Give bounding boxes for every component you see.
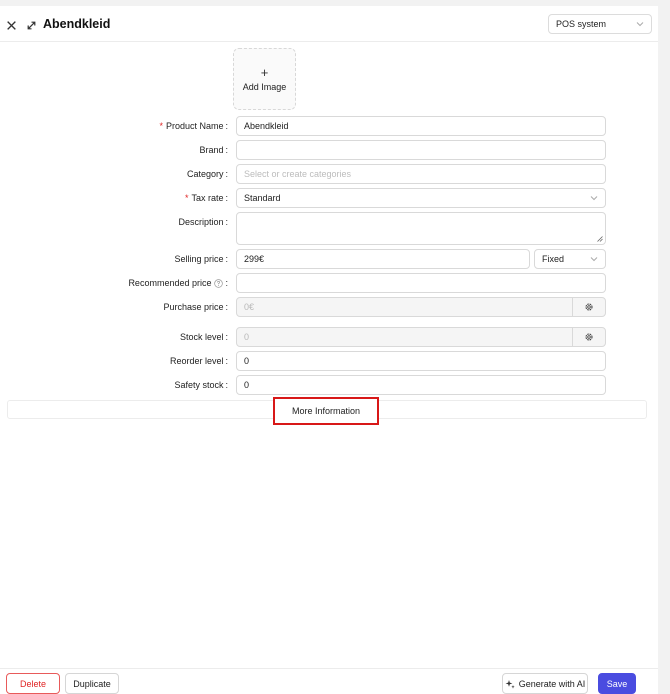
tax-rate-label-text: Tax rate bbox=[191, 193, 224, 203]
product-edit-panel: Abendkleid POS system + Add Image * Prod… bbox=[0, 6, 658, 694]
field-row-tax-rate: * Tax rate : Standard bbox=[0, 188, 658, 208]
reorder-level-input[interactable]: 0 bbox=[236, 351, 606, 371]
category-label-text: Category bbox=[186, 169, 224, 179]
field-row-purchase-price: Purchase price : 0€ bbox=[0, 297, 658, 317]
purchase-price-label: Purchase price : bbox=[163, 297, 228, 317]
field-row-safety-stock: Safety stock : 0 bbox=[0, 375, 658, 395]
safety-stock-value: 0 bbox=[244, 380, 250, 390]
stock-level-value: 0 bbox=[244, 332, 250, 342]
field-row-stock-level: Stock level : 0 bbox=[0, 327, 658, 347]
required-mark: * bbox=[184, 193, 189, 203]
purchase-price-settings-button[interactable] bbox=[572, 297, 606, 317]
expand-icon[interactable] bbox=[26, 20, 37, 31]
recommended-price-label: Recommended price : bbox=[128, 273, 228, 293]
field-row-reorder-level: Reorder level : 0 bbox=[0, 351, 658, 371]
field-row-product-name: * Product Name : Abendkleid bbox=[0, 116, 658, 136]
recommended-price-label-text: Recommended price bbox=[128, 278, 212, 288]
label-colon: : bbox=[225, 380, 228, 390]
channel-select[interactable]: POS system bbox=[548, 14, 652, 34]
product-name-label-text: Product Name bbox=[165, 121, 224, 131]
selling-price-input[interactable]: 299€ bbox=[236, 249, 530, 269]
tax-rate-select[interactable]: Standard bbox=[236, 188, 606, 208]
purchase-price-input: 0€ bbox=[236, 297, 573, 317]
field-row-description: Description : bbox=[0, 212, 658, 246]
duplicate-button[interactable]: Duplicate bbox=[65, 673, 119, 694]
label-colon: : bbox=[225, 356, 228, 366]
tax-rate-value: Standard bbox=[244, 193, 281, 203]
plus-icon: + bbox=[260, 64, 269, 80]
category-label: Category : bbox=[187, 164, 228, 184]
help-icon[interactable] bbox=[214, 278, 224, 288]
more-information-button[interactable]: More Information bbox=[273, 397, 379, 425]
product-name-label: * Product Name : bbox=[159, 116, 228, 136]
delete-button[interactable]: Delete bbox=[6, 673, 60, 694]
channel-select-value: POS system bbox=[556, 19, 607, 29]
selling-price-value: 299€ bbox=[244, 254, 265, 264]
label-colon: : bbox=[225, 121, 228, 131]
reorder-level-label: Reorder level : bbox=[170, 351, 228, 371]
label-colon: : bbox=[225, 217, 228, 227]
tax-rate-label: * Tax rate : bbox=[185, 188, 228, 208]
save-button[interactable]: Save bbox=[598, 673, 636, 694]
stock-level-label: Stock level : bbox=[180, 327, 228, 347]
chevron-down-icon bbox=[590, 196, 598, 201]
label-colon: : bbox=[225, 332, 228, 342]
chevron-down-icon bbox=[590, 257, 598, 262]
required-mark: * bbox=[159, 121, 163, 131]
product-name-input[interactable]: Abendkleid bbox=[236, 116, 606, 136]
generate-with-ai-label: Generate with AI bbox=[518, 678, 586, 689]
label-colon: : bbox=[225, 193, 228, 203]
purchase-price-value: 0€ bbox=[244, 302, 255, 312]
stock-level-label-text: Stock level bbox=[179, 332, 224, 342]
add-image-label: Add Image bbox=[242, 81, 287, 92]
panel-footer: Delete Duplicate Generate with AI Save bbox=[0, 668, 658, 694]
field-row-category: Category : Select or create categories bbox=[0, 164, 658, 184]
generate-with-ai-button[interactable]: Generate with AI bbox=[502, 673, 588, 694]
brand-label: Brand : bbox=[199, 140, 228, 160]
price-mode-select[interactable]: Fixed bbox=[534, 249, 606, 269]
panel-header: Abendkleid POS system bbox=[0, 6, 658, 42]
reorder-level-value: 0 bbox=[244, 356, 250, 366]
resize-grip-icon[interactable] bbox=[597, 236, 603, 242]
add-image-button[interactable]: + Add Image bbox=[233, 48, 296, 110]
description-textarea[interactable] bbox=[236, 212, 606, 245]
close-icon[interactable] bbox=[6, 20, 17, 31]
purchase-price-label-text: Purchase price bbox=[163, 302, 224, 312]
gear-icon bbox=[585, 303, 593, 311]
selling-price-label-text: Selling price bbox=[174, 254, 224, 264]
category-placeholder: Select or create categories bbox=[244, 169, 352, 179]
product-name-value: Abendkleid bbox=[244, 121, 289, 131]
sparkle-icon bbox=[505, 679, 515, 689]
description-label: Description : bbox=[178, 212, 228, 232]
label-colon: : bbox=[225, 278, 228, 288]
page-title: Abendkleid bbox=[43, 17, 111, 31]
brand-label-text: Brand bbox=[199, 145, 224, 155]
brand-input[interactable] bbox=[236, 140, 606, 160]
stock-level-settings-button[interactable] bbox=[572, 327, 606, 347]
gear-icon bbox=[585, 333, 593, 341]
label-colon: : bbox=[225, 145, 228, 155]
label-colon: : bbox=[225, 254, 228, 264]
field-row-selling-price: Selling price : 299€ Fixed bbox=[0, 249, 658, 269]
category-select[interactable]: Select or create categories bbox=[236, 164, 606, 184]
recommended-price-input[interactable] bbox=[236, 273, 606, 293]
reorder-level-label-text: Reorder level bbox=[169, 356, 224, 366]
chevron-down-icon bbox=[636, 22, 644, 27]
field-row-brand: Brand : bbox=[0, 140, 658, 160]
safety-stock-label-text: Safety stock bbox=[174, 380, 224, 390]
selling-price-label: Selling price : bbox=[174, 249, 228, 269]
label-colon: : bbox=[225, 302, 228, 312]
price-mode-value: Fixed bbox=[542, 254, 565, 264]
description-label-text: Description bbox=[178, 217, 224, 227]
safety-stock-input[interactable]: 0 bbox=[236, 375, 606, 395]
stock-level-input: 0 bbox=[236, 327, 573, 347]
safety-stock-label: Safety stock : bbox=[174, 375, 228, 395]
label-colon: : bbox=[225, 169, 228, 179]
field-row-recommended-price: Recommended price : bbox=[0, 273, 658, 293]
